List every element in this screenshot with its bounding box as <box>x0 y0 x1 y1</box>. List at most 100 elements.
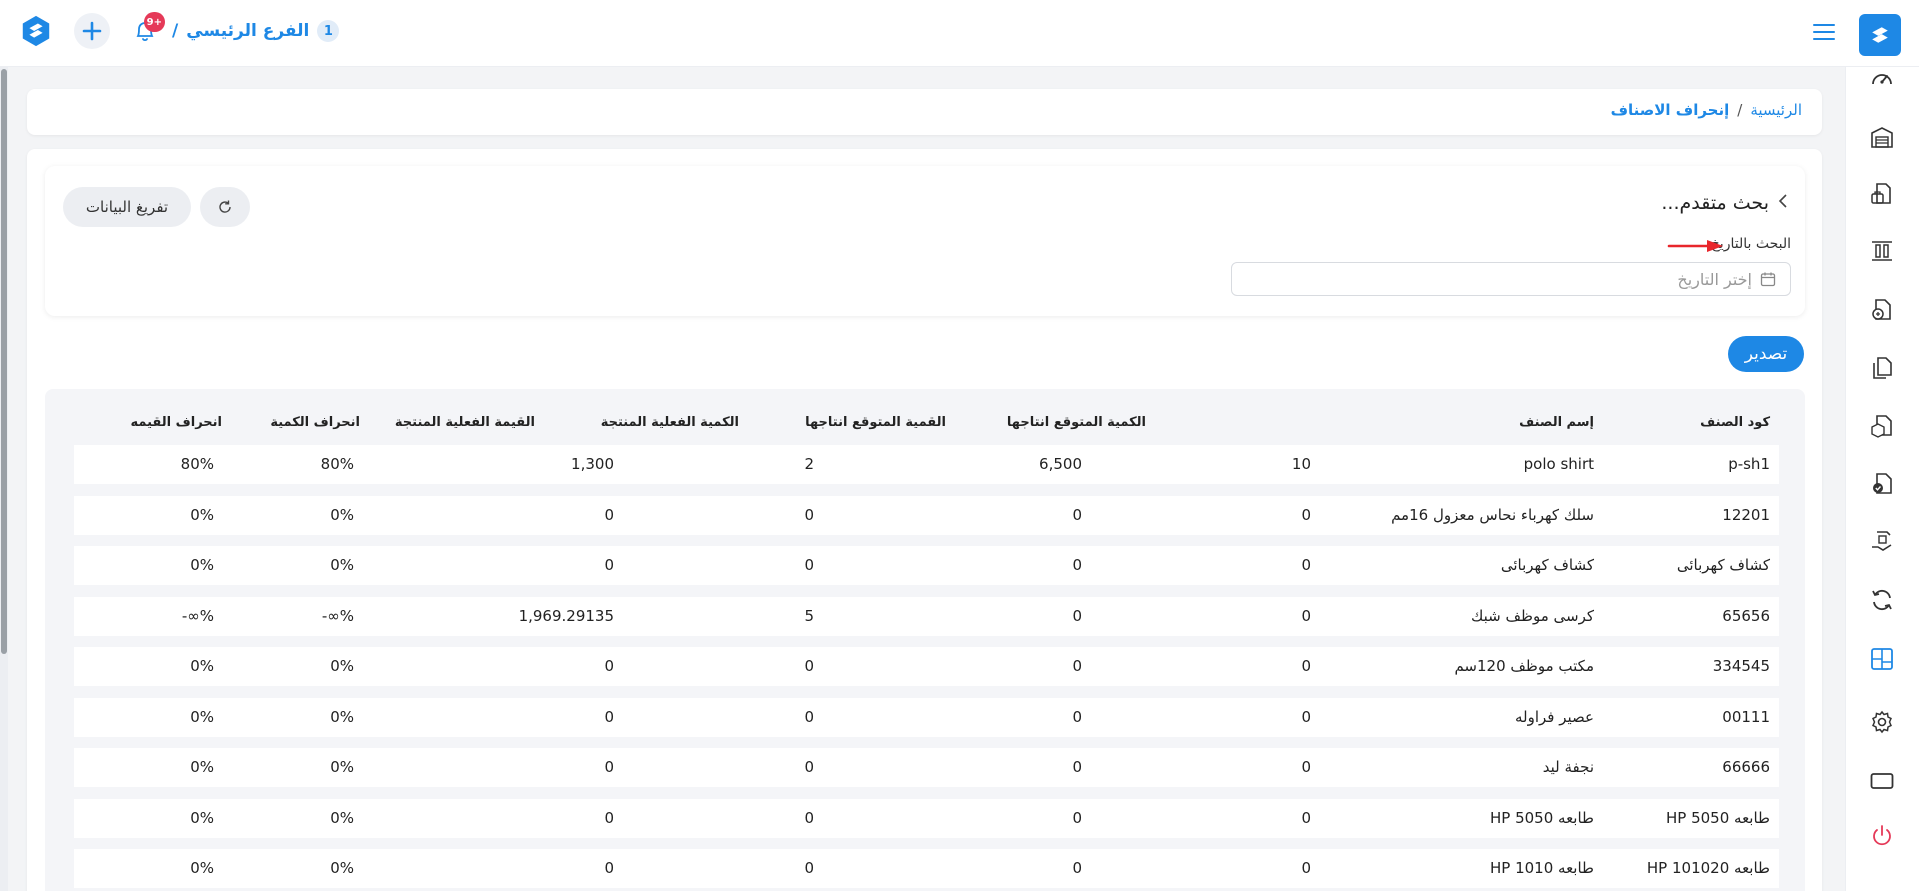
breadcrumb-home-link[interactable]: الرئيسية <box>1750 101 1802 119</box>
cell-item-code: 00111 <box>1722 707 1770 726</box>
refresh-icon <box>219 200 231 213</box>
cell-item-name: نجفة ليد <box>1542 758 1594 776</box>
cell-value-deviation: 0% <box>190 758 214 776</box>
gear-icon[interactable] <box>1869 709 1895 735</box>
cell-value-deviation: -∞% <box>181 606 214 625</box>
breadcrumb-current: إنحراف الاصناف <box>1610 101 1730 119</box>
table-row[interactable]: 66666 نجفة ليد 0 0 0 0 0% 0% <box>74 748 1779 787</box>
cell-expected-qty: 0 <box>1301 657 1311 675</box>
cell-expected-qty: 0 <box>1301 859 1311 877</box>
table-row[interactable]: 334545 مكتب موظف 120سم 0 0 0 0 0% 0% <box>74 647 1779 686</box>
document-check-icon[interactable] <box>1869 471 1895 497</box>
date-picker-field[interactable] <box>1231 262 1791 296</box>
top-bar: 9+ / الفرع الرئيسي 1 <box>0 0 1919 67</box>
cell-qty-deviation: -∞% <box>321 606 354 625</box>
cell-actual-qty: 0 <box>804 556 814 574</box>
power-icon[interactable] <box>1869 823 1895 849</box>
plus-icon <box>82 21 102 41</box>
cell-expected-qty: 0 <box>1301 758 1311 776</box>
cell-expected-value: 0 <box>1072 505 1082 524</box>
hand-transfer-icon[interactable] <box>1869 528 1895 554</box>
menu-toggle-icon[interactable] <box>1813 24 1835 42</box>
cell-expected-qty: 0 <box>1301 505 1311 524</box>
table-row[interactable]: 00111 عصير فراوله 0 0 0 0 0% 0% <box>74 697 1779 737</box>
table-row[interactable]: طابعه HP 101020 طابعه HP 1010 0 0 0 0 0% 0% <box>74 849 1779 888</box>
table-header: كود الصنف إسم الصنف الكمية المتوقع انتاج… <box>74 389 1779 445</box>
cell-expected-qty: 0 <box>1301 556 1311 574</box>
cell-item-code: 12201 <box>1722 505 1770 524</box>
cell-actual-qty: 5 <box>804 606 814 625</box>
header-expected-qty: الكمية المتوقع انتاجها <box>1006 415 1146 430</box>
cell-expected-qty: 0 <box>1301 606 1311 625</box>
advanced-search-toggle[interactable]: بحث متقدم... <box>1661 192 1789 214</box>
cell-actual-qty: 0 <box>804 808 814 827</box>
chevron-left-icon <box>1777 193 1789 214</box>
layout-grid-icon[interactable] <box>1869 646 1895 672</box>
cell-actual-value: 0 <box>604 859 614 877</box>
header-qty-deviation: انحراف الكمية <box>270 415 360 430</box>
cell-value-deviation: 0% <box>190 505 214 524</box>
cell-expected-value: 0 <box>1072 657 1082 675</box>
scrollbar-thumb[interactable] <box>1 69 7 654</box>
cell-actual-value: 0 <box>604 707 614 726</box>
date-input[interactable] <box>1252 269 1752 289</box>
cell-actual-value: 0 <box>604 505 614 524</box>
cell-qty-deviation: 0% <box>330 707 354 726</box>
top-left-group: 9+ / الفرع الرئيسي 1 <box>18 12 340 49</box>
table-row[interactable]: طابعه HP 5050 طابعه HP 5050 0 0 0 0 0% 0% <box>74 798 1779 838</box>
document-copy-icon[interactable] <box>1869 355 1895 381</box>
cell-item-name: طابعه HP 1010 <box>1489 859 1594 877</box>
refresh-button[interactable] <box>200 187 250 227</box>
sync-icon[interactable] <box>1869 587 1895 613</box>
document-exchange-icon[interactable] <box>1869 297 1895 323</box>
cell-item-code: 334545 <box>1712 657 1770 675</box>
columns-icon[interactable] <box>1869 238 1895 264</box>
warehouse-icon[interactable] <box>1869 125 1895 151</box>
monitor-icon[interactable] <box>1869 768 1895 794</box>
app-window: 9+ / الفرع الرئيسي 1 الرئيسية / إنحراف ا… <box>0 0 1919 891</box>
header-value-deviation: انحراف القيمه <box>130 415 222 430</box>
table-row[interactable]: 65656 كرسى موظف شبك 0 0 5 1,969.29135 -∞% -∞% <box>74 596 1779 636</box>
table-row[interactable]: كشاف كهربائى كشاف كهربائى 0 0 0 0 0% 0% <box>74 546 1779 585</box>
cell-qty-deviation: 0% <box>330 808 354 827</box>
export-button[interactable]: تصدير <box>1728 336 1804 372</box>
cell-value-deviation: 0% <box>190 707 214 726</box>
cell-value-deviation: 0% <box>190 808 214 827</box>
cell-actual-qty: 0 <box>804 707 814 726</box>
cell-qty-deviation: 0% <box>330 758 354 776</box>
cell-expected-value: 0 <box>1072 556 1082 574</box>
document-box-icon[interactable] <box>1869 413 1895 439</box>
breadcrumb-card: الرئيسية / إنحراف الاصناف <box>27 89 1822 135</box>
cell-item-name: سلك كهرباء نحاس معزول 16مم <box>1391 505 1594 524</box>
cell-item-name: عصير فراوله <box>1515 707 1594 726</box>
cell-actual-qty: 2 <box>804 455 814 473</box>
briefcase-document-icon[interactable] <box>1869 181 1895 207</box>
cell-value-deviation: 0% <box>190 859 214 877</box>
table-body: p-sh1 polo shirt 10 6,500 2 1,300 80% 80% 12201 س… <box>74 445 1779 891</box>
cell-actual-value: 1,969.29135 <box>518 606 614 625</box>
cell-expected-value: 0 <box>1072 758 1082 776</box>
dashboard-gauge-icon[interactable] <box>1869 66 1895 92</box>
cell-qty-deviation: 0% <box>330 859 354 877</box>
brand-logo-icon[interactable] <box>18 13 54 49</box>
table-row[interactable]: 12201 سلك كهرباء نحاس معزول 16مم 0 0 0 0 0% 0% <box>74 495 1779 535</box>
notifications-button[interactable]: 9+ <box>128 12 165 48</box>
cell-actual-value: 0 <box>604 758 614 776</box>
cell-value-deviation: 0% <box>190 556 214 574</box>
calendar-icon <box>1760 271 1776 291</box>
cell-item-name: polo shirt <box>1523 455 1594 473</box>
cell-qty-deviation: 0% <box>330 505 354 524</box>
branch-separator: / <box>172 21 179 41</box>
branch-selector[interactable]: / الفرع الرئيسي 1 <box>172 20 340 42</box>
add-button[interactable] <box>74 13 110 49</box>
clear-data-button[interactable]: تفريغ البيانات <box>63 187 191 227</box>
header-expected-value: القمية المتوقع انتاجها <box>805 415 946 430</box>
cell-item-code: كشاف كهربائى <box>1676 556 1770 574</box>
app-logo-icon[interactable] <box>1859 14 1901 56</box>
cell-value-deviation: 80% <box>180 455 214 473</box>
cell-actual-qty: 0 <box>804 505 814 524</box>
page-scrollbar[interactable] <box>0 67 8 891</box>
table-row[interactable]: p-sh1 polo shirt 10 6,500 2 1,300 80% 80% <box>74 445 1779 484</box>
cell-actual-qty: 0 <box>804 859 814 877</box>
cell-item-name: كرسى موظف شبك <box>1470 606 1594 625</box>
